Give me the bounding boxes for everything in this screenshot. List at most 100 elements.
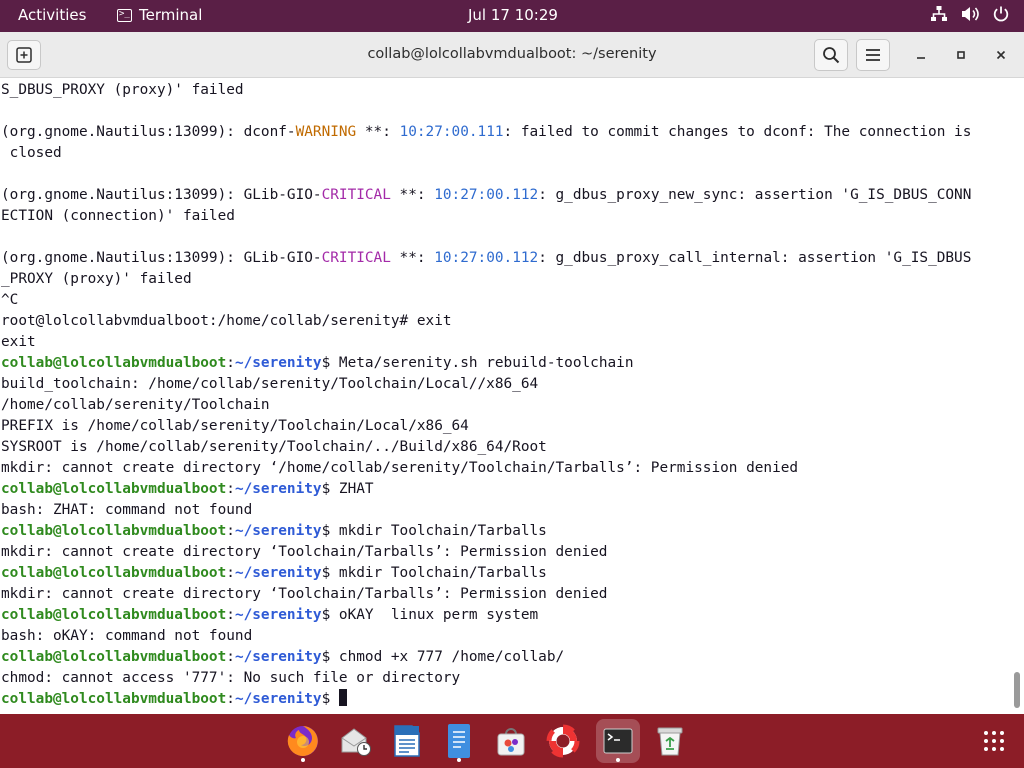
terminal-line: exit bbox=[1, 332, 971, 353]
system-tray[interactable] bbox=[930, 5, 1010, 23]
hamburger-icon bbox=[866, 49, 880, 61]
show-apps-button[interactable] bbox=[972, 719, 1016, 763]
volume-icon bbox=[962, 7, 979, 21]
terminal-line: SYSROOT is /home/collab/serenity/Toolcha… bbox=[1, 437, 971, 458]
terminal-small-icon: >_ bbox=[117, 8, 132, 22]
terminal-line: S_DBUS_PROXY (proxy)' failed bbox=[1, 80, 971, 101]
log-level: CRITICAL bbox=[321, 187, 391, 203]
prompt-colon: : bbox=[226, 565, 235, 581]
scrollbar-thumb[interactable] bbox=[1014, 672, 1020, 708]
line-text: chmod: cannot access '777': No such file… bbox=[1, 670, 461, 686]
terminal-line: (org.gnome.Nautilus:13099): GLib-GIO-CRI… bbox=[1, 248, 971, 269]
dock-terminal[interactable] bbox=[596, 719, 640, 763]
firefox-icon bbox=[287, 726, 318, 756]
command-text: chmod +x 777 /home/collab/ bbox=[330, 649, 565, 665]
log-level: CRITICAL bbox=[321, 250, 391, 266]
line-text: bash: ZHAT: command not found bbox=[1, 502, 253, 518]
close-icon bbox=[996, 50, 1006, 60]
hamburger-menu-button[interactable] bbox=[856, 39, 890, 71]
prompt-dir: ~/serenity bbox=[234, 691, 322, 707]
prompt-dollar: $ bbox=[321, 649, 331, 665]
text-cursor bbox=[338, 689, 347, 706]
terminal-line: collab@lolcollabvmdualboot:~/serenity$ o… bbox=[1, 605, 971, 626]
search-icon bbox=[823, 47, 840, 64]
line-text: PREFIX is /home/collab/serenity/Toolchai… bbox=[1, 418, 469, 434]
terminal-line: mkdir: cannot create directory ‘/home/co… bbox=[1, 458, 971, 479]
log-timestamp: 10:27:00.112 bbox=[434, 187, 539, 203]
log-message: : failed to commit changes to dconf: The… bbox=[503, 124, 972, 140]
log-prefix: (org.gnome.Nautilus:13099): dconf- bbox=[1, 124, 296, 140]
dock-help[interactable] bbox=[541, 719, 585, 763]
close-button[interactable] bbox=[986, 40, 1016, 70]
terminal-line: _PROXY (proxy)' failed bbox=[1, 269, 971, 290]
clock[interactable]: Jul 17 10:29 bbox=[468, 6, 558, 24]
dock-mail[interactable] bbox=[333, 719, 377, 763]
trash-icon bbox=[657, 727, 683, 756]
prompt-colon: : bbox=[226, 355, 235, 371]
text-editor-icon bbox=[448, 724, 470, 758]
log-prefix: (org.gnome.Nautilus:13099): GLib-GIO- bbox=[1, 250, 322, 266]
terminal-line: collab@lolcollabvmdualboot:~/serenity$ m… bbox=[1, 521, 971, 542]
line-text: mkdir: cannot create directory ‘Toolchai… bbox=[1, 544, 608, 560]
line-text: _PROXY (proxy)' failed bbox=[1, 271, 192, 287]
top-bar: Activities >_ Terminal Jul 17 10:29 bbox=[0, 0, 1024, 32]
dock-firefox[interactable] bbox=[281, 719, 325, 763]
maximize-icon bbox=[957, 51, 965, 59]
log-prefix: (org.gnome.Nautilus:13099): GLib-GIO- bbox=[1, 187, 322, 203]
log-message: : g_dbus_proxy_call_internal: assertion … bbox=[538, 250, 972, 266]
dock-text-editor[interactable] bbox=[437, 719, 481, 763]
search-button[interactable] bbox=[814, 39, 848, 71]
terminal-output[interactable]: S_DBUS_PROXY (proxy)' failed (org.gnome.N… bbox=[0, 80, 1010, 714]
app-menu-label: Terminal bbox=[139, 6, 203, 24]
line-text: build_toolchain: /home/collab/serenity/T… bbox=[1, 376, 539, 392]
prompt-dir: ~/serenity bbox=[234, 523, 322, 539]
dock-writer[interactable] bbox=[385, 719, 429, 763]
terminal-line: collab@lolcollabvmdualboot:~/serenity$ M… bbox=[1, 353, 971, 374]
prompt-user: collab@lolcollabvmdualboot bbox=[1, 649, 227, 665]
line-text: ^C bbox=[1, 292, 19, 308]
line-text: mkdir: cannot create directory ‘/home/co… bbox=[1, 460, 799, 476]
prompt-dir: ~/serenity bbox=[234, 481, 322, 497]
command-text: oKAY linux perm system bbox=[330, 607, 539, 623]
prompt-colon: : bbox=[226, 523, 235, 539]
app-menu[interactable]: >_ Terminal bbox=[117, 6, 202, 24]
minimize-button[interactable] bbox=[906, 40, 936, 70]
terminal-line: chmod: cannot access '777': No such file… bbox=[1, 668, 971, 689]
dock-software[interactable] bbox=[489, 719, 533, 763]
command-text: Meta/serenity.sh rebuild-toolchain bbox=[330, 355, 634, 371]
dock-trash[interactable] bbox=[648, 719, 692, 763]
activities-button[interactable]: Activities bbox=[18, 6, 86, 24]
scrollbar[interactable] bbox=[1010, 80, 1024, 714]
document-icon bbox=[394, 725, 420, 757]
terminal-line: /home/collab/serenity/Toolchain bbox=[1, 395, 971, 416]
lifebuoy-icon bbox=[546, 724, 580, 758]
line-text: exit bbox=[1, 334, 36, 350]
command-text: mkdir Toolchain/Tarballs bbox=[330, 565, 547, 581]
prompt-dollar: $ bbox=[321, 565, 331, 581]
line-text: bash: oKAY: command not found bbox=[1, 628, 253, 644]
prompt-dollar: $ bbox=[321, 355, 331, 371]
minimize-icon bbox=[917, 57, 925, 59]
terminal-line: (org.gnome.Nautilus:13099): GLib-GIO-CRI… bbox=[1, 185, 971, 206]
terminal-line: bash: oKAY: command not found bbox=[1, 626, 971, 647]
prompt-colon: : bbox=[226, 691, 235, 707]
log-timestamp: 10:27:00.112 bbox=[434, 250, 539, 266]
terminal-line: bash: ZHAT: command not found bbox=[1, 500, 971, 521]
prompt-dir: ~/serenity bbox=[234, 355, 322, 371]
prompt-dir: ~/serenity bbox=[234, 565, 322, 581]
prompt-user: collab@lolcollabvmdualboot bbox=[1, 691, 227, 707]
dock bbox=[0, 714, 1024, 768]
mail-clock-icon bbox=[341, 728, 371, 756]
prompt-colon: : bbox=[226, 649, 235, 665]
maximize-button[interactable] bbox=[946, 40, 976, 70]
terminal-icon bbox=[603, 728, 633, 754]
log-separator: **: bbox=[390, 250, 435, 266]
line-text: mkdir: cannot create directory ‘Toolchai… bbox=[1, 586, 608, 602]
prompt-dir: ~/serenity bbox=[234, 649, 322, 665]
terminal-line: PREFIX is /home/collab/serenity/Toolchai… bbox=[1, 416, 971, 437]
terminal-line: ECTION (connection)' failed bbox=[1, 206, 971, 227]
prompt-user: collab@lolcollabvmdualboot bbox=[1, 481, 227, 497]
network-icon bbox=[931, 6, 947, 21]
terminal-line: mkdir: cannot create directory ‘Toolchai… bbox=[1, 542, 971, 563]
